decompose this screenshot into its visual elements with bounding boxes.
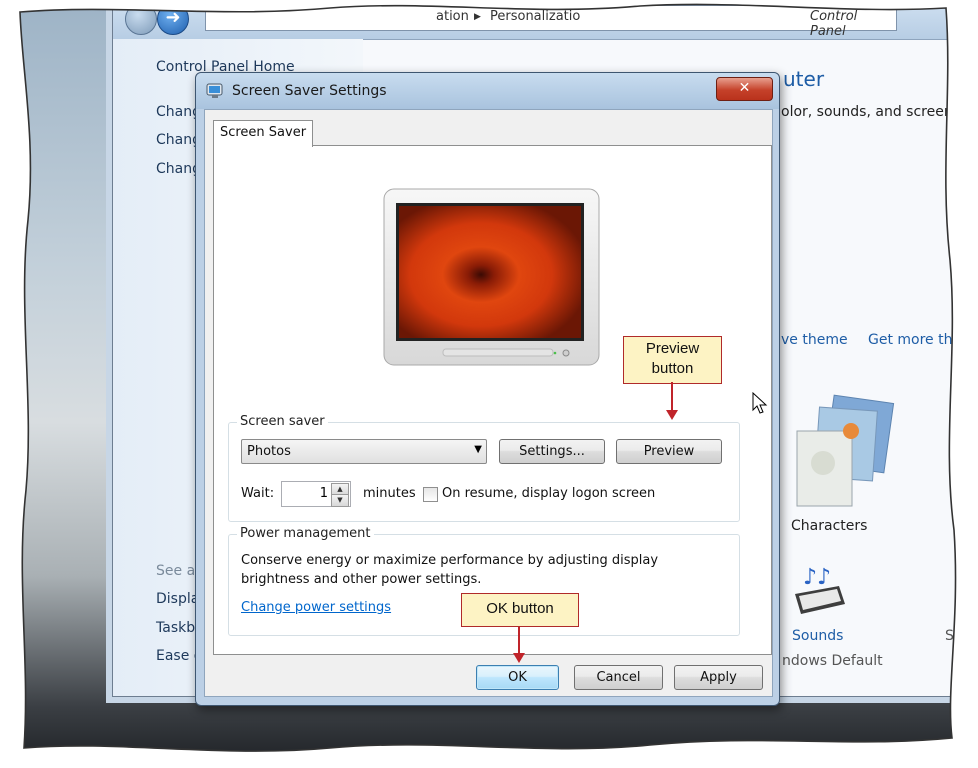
wait-minutes-value[interactable]: 1 (320, 486, 328, 501)
theme-characters-thumbnail[interactable] (789, 391, 899, 511)
save-theme-link[interactable]: ve theme (781, 332, 848, 348)
tab-panel: Screen saver Photos ▼ Settings... Previe… (213, 145, 772, 655)
tab-screen-saver[interactable]: Screen Saver (213, 120, 313, 147)
address-bar[interactable]: ation ▶ Personalizatio Control Panel (205, 5, 897, 39)
see-also-link[interactable]: Displa (156, 591, 199, 607)
breadcrumb-part[interactable]: ation (436, 9, 469, 24)
ok-button[interactable]: OK (476, 665, 559, 690)
power-description-line1: Conserve energy or maximize performance … (241, 553, 659, 568)
sounds-label[interactable]: Sounds (792, 628, 843, 644)
sounds-value: ndows Default (782, 653, 883, 669)
screen-saver-group-label: Screen saver (237, 414, 328, 429)
control-panel-toolbar: ➜ ation ▶ Personalizatio Control Panel (113, 1, 978, 40)
sounds-icon[interactable]: ♪♪ (789, 556, 849, 621)
monitor-preview-image (383, 188, 600, 366)
wait-label: Wait: (241, 486, 275, 501)
dialog-title-bar[interactable]: Screen Saver Settings ✕ (196, 73, 779, 109)
breadcrumb-part[interactable]: Personalizatio (490, 9, 580, 24)
ok-button-callout: OK button (461, 593, 579, 627)
sound-scheme-label-partial: S (945, 628, 954, 644)
dropdown-arrow-icon: ▼ (474, 444, 482, 455)
ok-callout-arrowhead (513, 653, 525, 663)
back-button[interactable] (125, 3, 157, 35)
page-title: uter (783, 67, 825, 91)
power-management-group-label: Power management (237, 526, 374, 541)
minutes-label: minutes (363, 486, 416, 501)
close-icon: ✕ (738, 80, 751, 96)
preview-callout-arrowhead (666, 410, 678, 420)
screen-saver-select[interactable]: Photos ▼ (241, 439, 487, 464)
breadcrumb-chevron-icon: ▶ (474, 12, 481, 22)
screen-saver-select-value: Photos (247, 444, 291, 459)
forward-arrow-icon: ➜ (165, 7, 181, 28)
wait-minutes-spinner[interactable]: 1 ▲ ▼ (281, 481, 351, 507)
settings-button[interactable]: Settings... (499, 439, 605, 464)
preview-callout-arrow (671, 382, 673, 412)
get-more-themes-link[interactable]: Get more th (868, 332, 952, 348)
close-button[interactable]: ✕ (716, 77, 773, 101)
apply-button[interactable]: Apply (674, 665, 763, 690)
change-power-settings-link[interactable]: Change power settings (241, 600, 391, 615)
resume-logon-label[interactable]: On resume, display logon screen (442, 486, 655, 501)
dialog-title: Screen Saver Settings (232, 83, 387, 99)
desktop-background: ➜ ation ▶ Personalizatio Control Panel C… (0, 0, 978, 768)
svg-text:♪♪: ♪♪ (803, 565, 831, 590)
preview-button-callout: Preview button (623, 336, 722, 384)
page-subtitle: olor, sounds, and screen sa (781, 104, 974, 120)
ok-callout-arrow (518, 627, 520, 655)
cancel-button[interactable]: Cancel (574, 665, 663, 690)
preview-button[interactable]: Preview (616, 439, 722, 464)
forward-button[interactable]: ➜ (157, 3, 189, 35)
breadcrumb-right[interactable]: Control Panel (810, 9, 896, 39)
preview-callout-line2: button (651, 360, 694, 377)
screen-saver-group: Screen saver Photos ▼ Settings... Previe… (228, 414, 740, 522)
preview-callout-line1: Preview (645, 340, 700, 357)
mouse-cursor-icon (752, 392, 768, 414)
spin-down-icon[interactable]: ▼ (331, 494, 349, 507)
power-description-line2: brightness and other power settings. (241, 572, 482, 587)
screen-saver-icon (206, 83, 223, 98)
resume-logon-checkbox[interactable] (423, 487, 438, 502)
see-also-link[interactable]: Taskb (156, 620, 195, 636)
theme-name: Characters (791, 518, 868, 534)
